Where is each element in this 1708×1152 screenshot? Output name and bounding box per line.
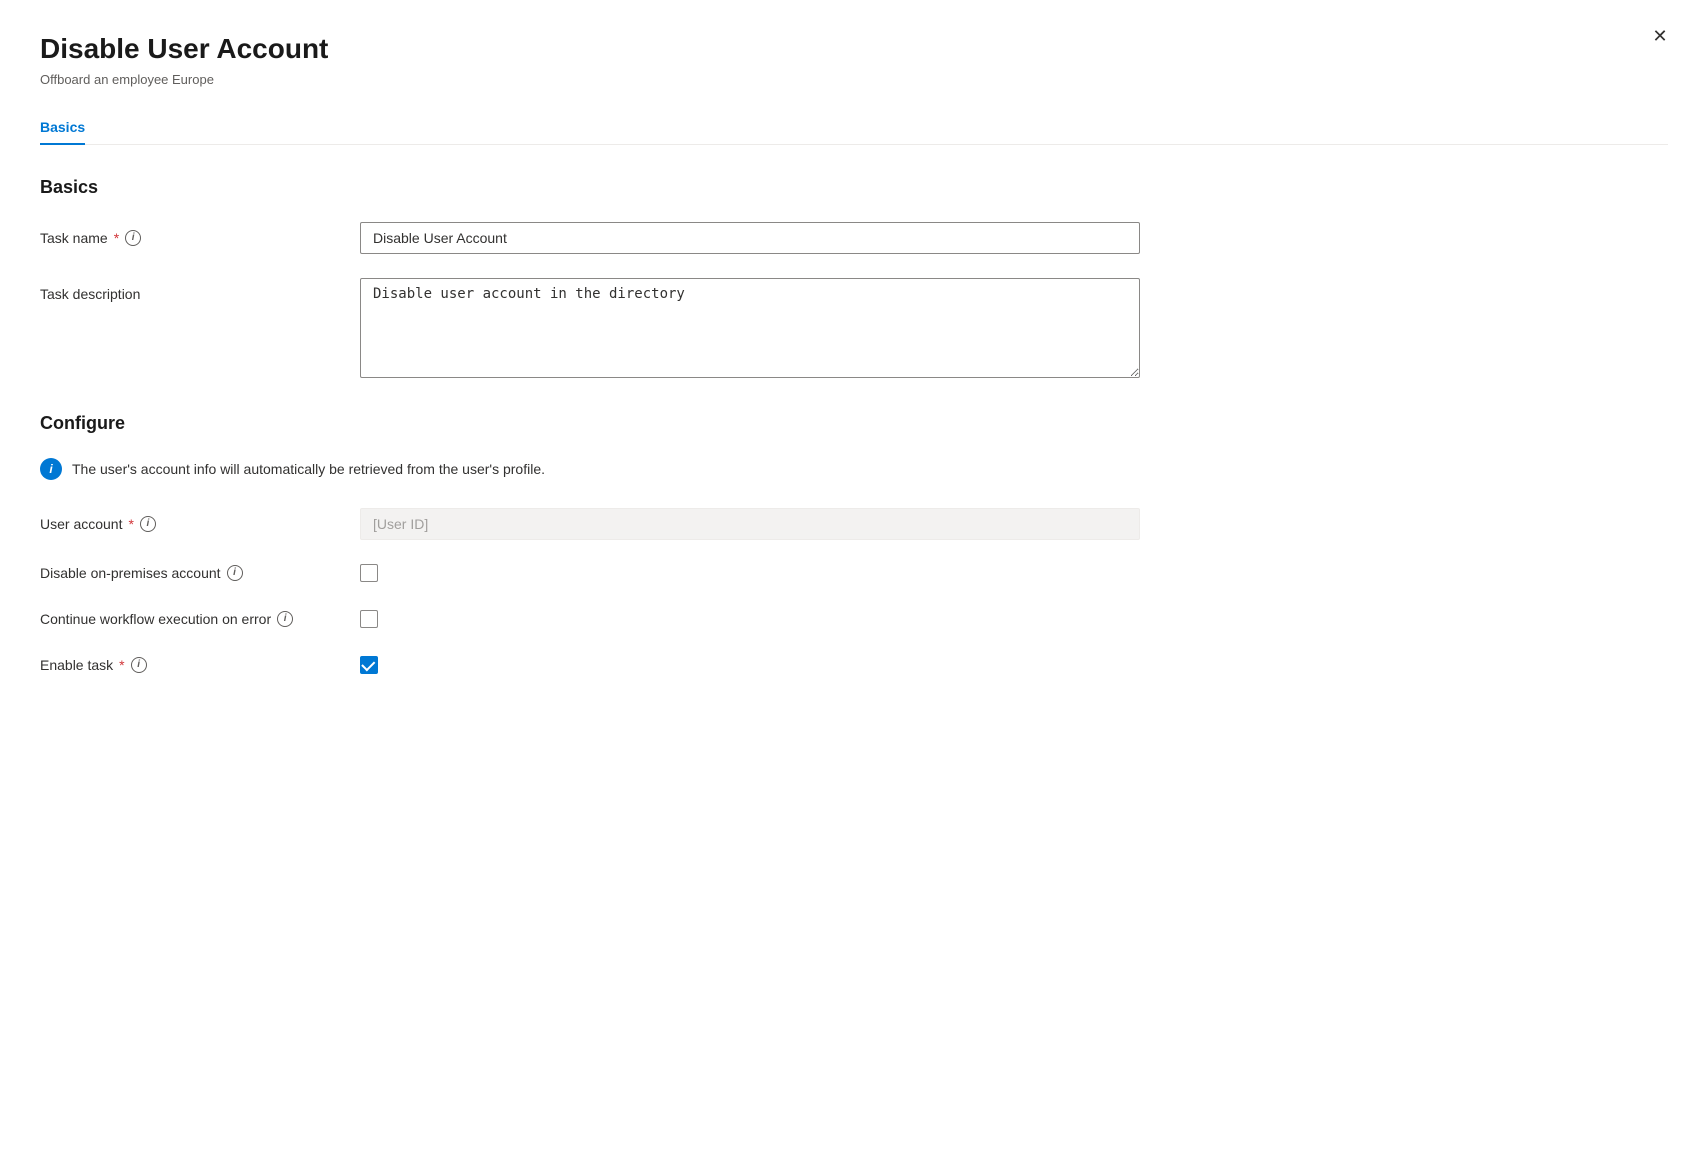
enable-task-info-icon: i	[131, 657, 147, 673]
continue-workflow-checkbox-wrapper	[360, 610, 378, 628]
info-banner-text: The user's account info will automatical…	[72, 461, 545, 477]
tab-basics[interactable]: Basics	[40, 111, 85, 145]
enable-task-required: *	[119, 657, 124, 673]
task-description-control	[360, 278, 1140, 381]
enable-task-checkbox[interactable]	[360, 656, 378, 674]
close-button[interactable]: ✕	[1644, 20, 1676, 52]
enable-task-checkbox-wrapper	[360, 656, 378, 674]
task-description-row: Task description	[40, 278, 1140, 381]
enable-task-row: Enable task * i	[40, 656, 1140, 674]
info-filled-icon: i	[40, 458, 62, 480]
disable-on-premises-checkbox[interactable]	[360, 564, 378, 582]
user-account-input: [User ID]	[360, 508, 1140, 540]
disable-on-premises-label: Disable on-premises account i	[40, 565, 360, 581]
disable-on-premises-checkbox-wrapper	[360, 564, 378, 582]
continue-workflow-row: Continue workflow execution on error i	[40, 610, 1140, 628]
user-account-control: [User ID]	[360, 508, 1140, 540]
task-name-required: *	[114, 230, 119, 246]
tabs-bar: Basics	[40, 111, 1668, 145]
task-name-input[interactable]	[360, 222, 1140, 254]
continue-workflow-info-icon: i	[277, 611, 293, 627]
disable-on-premises-info-icon: i	[227, 565, 243, 581]
info-banner: i The user's account info will automatic…	[40, 458, 1140, 480]
enable-task-label: Enable task * i	[40, 657, 360, 673]
dialog-container: Disable User Account Offboard an employe…	[0, 0, 1708, 1152]
task-description-input[interactable]	[360, 278, 1140, 378]
basics-heading: Basics	[40, 177, 1668, 198]
task-name-row: Task name * i	[40, 222, 1140, 254]
continue-workflow-label: Continue workflow execution on error i	[40, 611, 360, 627]
dialog-subtitle: Offboard an employee Europe	[40, 72, 1668, 87]
close-icon: ✕	[1652, 26, 1667, 47]
dialog-header: Disable User Account Offboard an employe…	[40, 32, 1668, 87]
task-name-control	[360, 222, 1140, 254]
user-account-label: User account * i	[40, 508, 360, 532]
task-description-label: Task description	[40, 278, 360, 302]
basics-section: Basics Task name * i Task description	[40, 177, 1668, 381]
user-account-info-icon: i	[140, 516, 156, 532]
user-account-required: *	[128, 516, 133, 532]
continue-workflow-checkbox[interactable]	[360, 610, 378, 628]
configure-heading: Configure	[40, 413, 1668, 434]
user-account-row: User account * i [User ID]	[40, 508, 1140, 540]
task-name-label: Task name * i	[40, 222, 360, 246]
configure-section: Configure i The user's account info will…	[40, 413, 1668, 674]
dialog-title: Disable User Account	[40, 32, 1668, 66]
disable-on-premises-row: Disable on-premises account i	[40, 564, 1140, 582]
task-name-info-icon: i	[125, 230, 141, 246]
